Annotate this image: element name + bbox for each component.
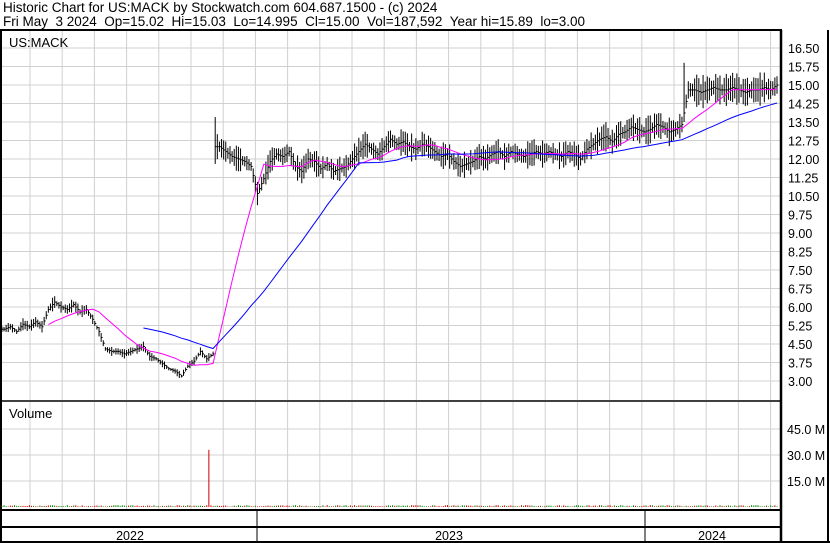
volume-label: Volume bbox=[9, 406, 52, 421]
chart-frame bbox=[0, 29, 782, 543]
price-tick-label: 5.25 bbox=[788, 320, 812, 334]
price-tick-label: 11.25 bbox=[788, 172, 818, 186]
chart-window: Historic Chart for US:MACK by Stockwatch… bbox=[0, 0, 830, 543]
price-tick-label: 16.50 bbox=[788, 42, 819, 56]
price-tick-label: 10.50 bbox=[788, 190, 819, 204]
price-tick-label: 13.50 bbox=[788, 116, 819, 130]
price-tick-label: 3.75 bbox=[788, 357, 812, 371]
price-tick-label: 9.75 bbox=[788, 209, 812, 223]
year-label: 2024 bbox=[698, 529, 726, 543]
price-tick-label: 12.00 bbox=[788, 153, 819, 167]
volume-tick-label: 30.0 M bbox=[787, 449, 825, 463]
year-label: 2022 bbox=[116, 529, 144, 543]
price-volume-chart: 16.50 15.75 15.00 14.25 13.50 12.75 12.00 11.25… bbox=[0, 29, 830, 543]
price-tick-label: 9.00 bbox=[788, 227, 812, 241]
long-moving-average-line bbox=[143, 102, 778, 350]
symbol-label: US:MACK bbox=[9, 35, 69, 50]
price-tick-label: 15.00 bbox=[788, 79, 819, 93]
price-tick-label: 6.75 bbox=[788, 283, 812, 297]
price-tick-label: 4.50 bbox=[788, 338, 812, 352]
price-tick-label: 6.00 bbox=[788, 301, 812, 315]
volume-tick-label: 45.0 M bbox=[787, 423, 825, 437]
volume-tick-label: 15.0 M bbox=[787, 475, 825, 489]
price-tick-label: 3.00 bbox=[788, 375, 812, 389]
price-tick-label: 14.25 bbox=[788, 98, 819, 112]
price-tick-label: 7.50 bbox=[788, 264, 812, 278]
year-label: 2023 bbox=[435, 529, 463, 543]
price-tick-label: 12.75 bbox=[788, 135, 819, 149]
price-tick-label: 8.25 bbox=[788, 246, 812, 260]
price-tick-label: 15.75 bbox=[788, 61, 819, 75]
